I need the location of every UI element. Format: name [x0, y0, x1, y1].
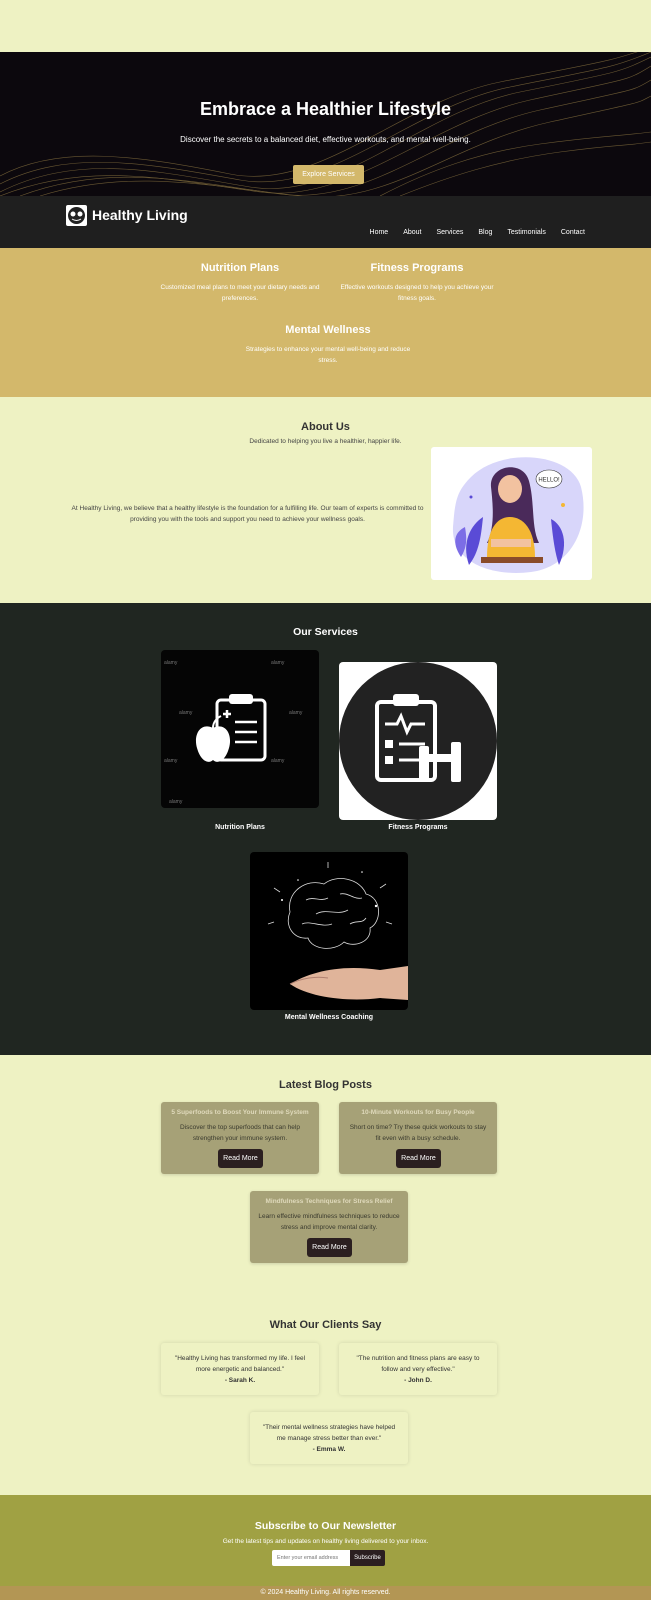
blog-post-title[interactable]: Mindfulness Techniques for Stress Relief — [250, 1198, 408, 1205]
feature-mental: Mental Wellness Strategies to enhance yo… — [243, 324, 413, 366]
email-field[interactable] — [272, 1550, 350, 1566]
service-caption: Mental Wellness Coaching — [284, 1014, 374, 1021]
newsletter-title: Subscribe to Our Newsletter — [254, 1520, 397, 1532]
about-illustration: HELLO! — [431, 447, 592, 580]
hero-subtitle: Discover the secrets to a balanced diet,… — [180, 135, 471, 144]
watermark: alamy — [164, 758, 178, 764]
watermark: alamy — [271, 660, 285, 666]
services-section: Our Services alamy alamy alamy alamy ala… — [0, 603, 651, 1055]
clipboard-apple-icon: alamy alamy alamy alamy alamy alamy alam… — [164, 660, 303, 805]
service-caption: Nutrition Plans — [215, 824, 265, 831]
blog-post-title[interactable]: 10-Minute Workouts for Busy People — [339, 1109, 497, 1116]
read-more-button[interactable]: Read More — [307, 1238, 352, 1257]
explore-services-button[interactable]: Explore Services — [293, 165, 364, 184]
nutrition-plans-image[interactable]: alamy alamy alamy alamy alamy alamy alam… — [161, 650, 319, 808]
watermark: alamy — [169, 799, 183, 805]
main-nav: Home About Services Blog Testimonials Co… — [370, 229, 585, 236]
nav-home[interactable]: Home — [370, 229, 389, 236]
service-caption: Fitness Programs — [388, 824, 448, 831]
blog-card: 5 Superfoods to Boost Your Immune System… — [161, 1102, 319, 1174]
feature-text: Strategies to enhance your mental well-b… — [245, 346, 411, 364]
clipboard-dumbbell-icon — [339, 662, 497, 820]
about-title: About Us — [301, 421, 350, 433]
footer-copyright: © 2024 Healthy Living. All rights reserv… — [0, 1586, 651, 1600]
nav-testimonials[interactable]: Testimonials — [507, 229, 546, 236]
feature-text: Effective workouts designed to help you … — [340, 284, 494, 302]
hero-banner: Embrace a Healthier Lifestyle Discover t… — [0, 52, 651, 196]
mental-wellness-image[interactable] — [250, 852, 408, 1010]
blog-post-excerpt: Discover the top superfoods that can hel… — [180, 1124, 300, 1142]
testimonial-quote: "Healthy Living has transformed my life.… — [174, 1355, 306, 1373]
blog-title: Latest Blog Posts — [279, 1079, 372, 1091]
fitness-programs-image[interactable] — [339, 662, 497, 820]
blog-card: 10-Minute Workouts for Busy People Short… — [339, 1102, 497, 1174]
feature-nutrition: Nutrition Plans Customized meal plans to… — [155, 262, 325, 304]
logo-icon[interactable] — [66, 205, 87, 226]
testimonial-author: - John D. — [404, 1377, 432, 1384]
bubble-text: HELLO! — [538, 478, 560, 484]
feature-fitness: Fitness Programs Effective workouts desi… — [332, 262, 502, 304]
testimonial-quote: "The nutrition and fitness plans are eas… — [356, 1355, 480, 1373]
testimonial-card: "The nutrition and fitness plans are eas… — [339, 1343, 497, 1395]
blog-card: Mindfulness Techniques for Stress Relief… — [250, 1191, 408, 1263]
newsletter-section: Subscribe to Our Newsletter Get the late… — [0, 1495, 651, 1586]
testimonial-card: "Healthy Living has transformed my life.… — [161, 1343, 319, 1395]
features-section: Nutrition Plans Customized meal plans to… — [0, 248, 651, 397]
feature-text: Customized meal plans to meet your dieta… — [160, 284, 320, 302]
blog-post-title[interactable]: 5 Superfoods to Boost Your Immune System — [161, 1109, 319, 1116]
blog-post-excerpt: Learn effective mindfulness techniques t… — [258, 1213, 400, 1231]
watermark: alamy — [289, 710, 303, 716]
testimonial-card: "Their mental wellness strategies have h… — [250, 1412, 408, 1464]
testimonial-quote: "Their mental wellness strategies have h… — [262, 1424, 396, 1442]
nav-blog[interactable]: Blog — [478, 229, 492, 236]
services-title: Our Services — [293, 626, 358, 638]
read-more-button[interactable]: Read More — [218, 1149, 263, 1168]
hero-title: Embrace a Healthier Lifestyle — [199, 99, 452, 119]
feature-title: Nutrition Plans — [200, 262, 280, 274]
about-text: At Healthy Living, we believe that a hea… — [71, 505, 424, 523]
watermark: alamy — [179, 710, 193, 716]
read-more-button[interactable]: Read More — [396, 1149, 441, 1168]
watermark: alamy — [271, 758, 285, 764]
feature-title: Mental Wellness — [285, 324, 371, 336]
watermark: alamy — [164, 660, 178, 666]
brand-name[interactable]: Healthy Living — [92, 207, 188, 223]
about-subtitle: Dedicated to helping you live a healthie… — [249, 438, 402, 445]
site-header: Healthy Living Home About Services Blog … — [0, 196, 651, 248]
testimonials-title: What Our Clients Say — [269, 1319, 382, 1331]
testimonial-author: - Sarah K. — [224, 1377, 256, 1384]
blog-post-excerpt: Short on time? Try these quick workouts … — [349, 1124, 487, 1142]
subscribe-button[interactable]: Subscribe — [350, 1550, 385, 1566]
feature-title: Fitness Programs — [370, 262, 464, 274]
testimonial-author: - Emma W. — [312, 1446, 346, 1453]
nav-services[interactable]: Services — [437, 229, 464, 236]
newsletter-subtitle: Get the latest tips and updates on healt… — [222, 1538, 429, 1545]
brain-hand-icon — [267, 862, 408, 1000]
nav-about[interactable]: About — [403, 229, 421, 236]
nav-contact[interactable]: Contact — [561, 229, 585, 236]
